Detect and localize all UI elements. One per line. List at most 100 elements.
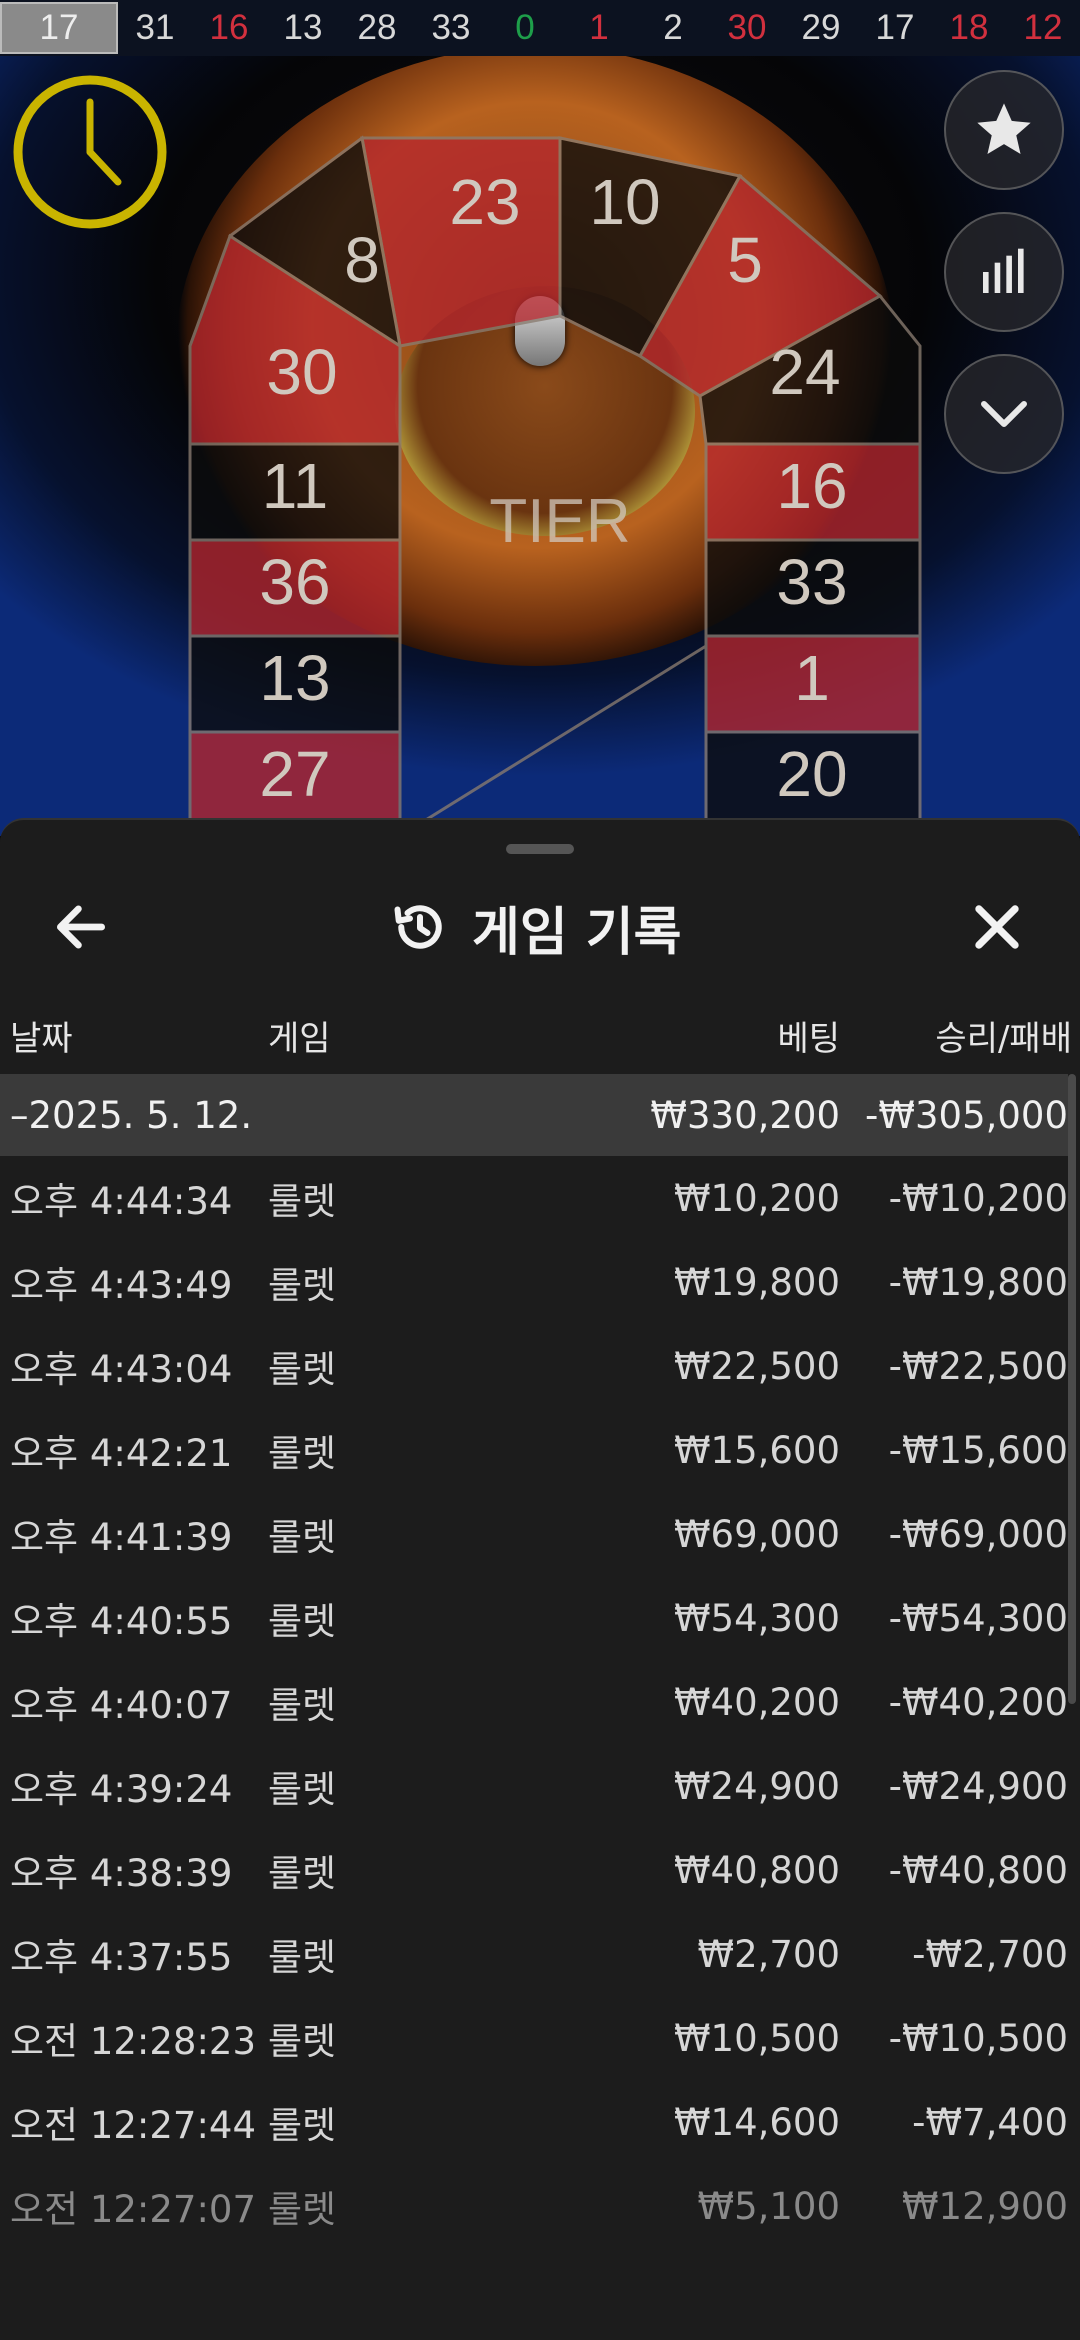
row-result: -₩40,800 bbox=[888, 1848, 1068, 1892]
row-result: -₩24,900 bbox=[888, 1764, 1068, 1808]
history-row[interactable]: 오후 4:41:39 룰렛 ₩69,000 -₩69,000 bbox=[0, 1492, 1068, 1576]
column-header-bet[interactable]: 베팅 bbox=[777, 1002, 840, 1068]
row-bet: ₩54,300 bbox=[673, 1596, 840, 1640]
sheet-title-group: 게임 기록 bbox=[390, 890, 681, 964]
history-row[interactable]: 오후 4:43:49 룰렛 ₩19,800 -₩19,800 bbox=[0, 1240, 1068, 1324]
result-number: 28 bbox=[357, 8, 397, 47]
row-result: -₩10,500 bbox=[888, 2016, 1068, 2060]
row-bet: ₩14,600 bbox=[673, 2100, 840, 2144]
history-icon bbox=[394, 905, 442, 949]
row-game: 룰렛 bbox=[268, 1432, 337, 1475]
row-game: 룰렛 bbox=[268, 1684, 337, 1727]
row-time: 오후 4:44:34 bbox=[10, 1180, 233, 1223]
statistics-button[interactable] bbox=[944, 212, 1064, 332]
row-bet: ₩22,500 bbox=[673, 1344, 840, 1388]
racetrack-number[interactable]: 33 bbox=[776, 546, 847, 618]
result-number: 17 bbox=[875, 8, 915, 47]
favorites-button[interactable] bbox=[944, 70, 1064, 190]
column-header-date[interactable]: 날짜 bbox=[10, 1002, 73, 1068]
history-row[interactable]: 오전 12:27:44 룰렛 ₩14,600 -₩7,400 bbox=[0, 2080, 1068, 2164]
racetrack-number[interactable]: 16 bbox=[776, 450, 847, 522]
racetrack-number[interactable]: 23 bbox=[449, 166, 520, 238]
racetrack-number[interactable]: 20 bbox=[776, 738, 847, 810]
row-game: 룰렛 bbox=[268, 1264, 337, 1307]
game-scene: 23 10 8 5 30 24 11 16 36 33 13 1 27 20 TIER bbox=[0, 56, 1080, 836]
row-result: -₩15,600 bbox=[888, 1428, 1068, 1472]
summary-date: –2025. 5. 12. bbox=[10, 1093, 253, 1137]
row-time: 오후 4:39:24 bbox=[10, 1768, 233, 1811]
history-row[interactable]: 오후 4:40:55 룰렛 ₩54,300 -₩54,300 bbox=[0, 1576, 1068, 1660]
row-game: 룰렛 bbox=[268, 2188, 337, 2231]
history-row[interactable]: 오후 4:39:24 룰렛 ₩24,900 -₩24,900 bbox=[0, 1744, 1068, 1828]
close-icon[interactable] bbox=[966, 896, 1028, 958]
history-row[interactable]: 오후 4:44:34 룰렛 ₩10,200 -₩10,200 bbox=[0, 1156, 1068, 1240]
row-result: -₩7,400 bbox=[912, 2100, 1068, 2144]
row-result: -₩40,200 bbox=[888, 1680, 1068, 1724]
history-row[interactable]: 오후 4:37:55 룰렛 ₩2,700 -₩2,700 bbox=[0, 1912, 1068, 1996]
racetrack-number[interactable]: 36 bbox=[259, 546, 330, 618]
result-number: 31 bbox=[135, 8, 175, 47]
stats-icon bbox=[983, 248, 1024, 293]
history-row[interactable]: 오후 4:42:21 룰렛 ₩15,600 -₩15,600 bbox=[0, 1408, 1068, 1492]
result-number: 18 bbox=[949, 8, 989, 47]
history-row[interactable]: 오전 12:28:23 룰렛 ₩10,500 -₩10,500 bbox=[0, 1996, 1068, 2080]
countdown-timer bbox=[13, 75, 167, 229]
back-arrow-icon[interactable] bbox=[50, 896, 112, 958]
date-summary-row[interactable]: –2025. 5. 12. ₩330,200 -₩305,000 bbox=[0, 1074, 1068, 1156]
latest-result: 17 bbox=[0, 2, 118, 54]
row-time: 오후 4:40:07 bbox=[10, 1684, 233, 1727]
tier-label: TIER bbox=[489, 487, 631, 556]
chevron-down-icon bbox=[981, 401, 1027, 427]
result-number: 12 bbox=[1023, 8, 1063, 47]
row-bet: ₩10,500 bbox=[673, 2016, 840, 2060]
row-time: 오후 4:42:21 bbox=[10, 1432, 233, 1475]
racetrack-number[interactable]: 10 bbox=[589, 166, 660, 238]
result-number: 16 bbox=[209, 8, 249, 47]
history-row[interactable]: 오후 4:43:04 룰렛 ₩22,500 -₩22,500 bbox=[0, 1324, 1068, 1408]
history-row[interactable]: 오후 4:38:39 룰렛 ₩40,800 -₩40,800 bbox=[0, 1828, 1068, 1912]
row-result: -₩19,800 bbox=[888, 1260, 1068, 1304]
row-bet: ₩2,700 bbox=[697, 1932, 840, 1976]
racetrack-number[interactable]: 11 bbox=[262, 450, 328, 522]
row-game: 룰렛 bbox=[268, 1180, 337, 1223]
summary-bet: ₩330,200 bbox=[650, 1093, 840, 1137]
row-game: 룰렛 bbox=[268, 1936, 337, 1979]
game-history-sheet: 게임 기록 날짜 게임 베팅 승리/패배 –2025. 5. 12. ₩330,… bbox=[0, 818, 1080, 2340]
result-number: 0 bbox=[515, 8, 535, 47]
row-time: 오후 4:38:39 bbox=[10, 1852, 233, 1895]
row-result: -₩10,200 bbox=[888, 1176, 1068, 1220]
history-row[interactable]: 오후 4:40:07 룰렛 ₩40,200 -₩40,200 bbox=[0, 1660, 1068, 1744]
row-result: ₩12,900 bbox=[901, 2184, 1068, 2228]
racetrack-number[interactable]: 5 bbox=[727, 224, 763, 296]
column-header-result[interactable]: 승리/패배 bbox=[935, 1002, 1072, 1068]
row-bet: ₩40,200 bbox=[673, 1680, 840, 1724]
result-number: 1 bbox=[589, 8, 609, 47]
row-time: 오후 4:43:49 bbox=[10, 1264, 233, 1307]
row-bet: ₩69,000 bbox=[673, 1512, 840, 1556]
row-bet: ₩15,600 bbox=[673, 1428, 840, 1472]
racetrack-number[interactable]: 13 bbox=[259, 642, 330, 714]
bottom-fade bbox=[0, 2260, 1080, 2340]
collapse-button[interactable] bbox=[944, 354, 1064, 474]
row-time: 오후 4:37:55 bbox=[10, 1936, 233, 1979]
sheet-drag-handle[interactable] bbox=[506, 844, 574, 854]
row-time: 오전 12:27:07 bbox=[10, 2188, 257, 2231]
racetrack-number[interactable]: 27 bbox=[259, 738, 330, 810]
row-result: -₩2,700 bbox=[912, 1932, 1068, 1976]
racetrack-number[interactable]: 8 bbox=[344, 224, 380, 296]
row-result: -₩69,000 bbox=[888, 1512, 1068, 1556]
star-icon bbox=[977, 103, 1031, 154]
row-result: -₩22,500 bbox=[888, 1344, 1068, 1388]
history-row[interactable]: 오전 12:27:07 룰렛 ₩5,100 ₩12,900 bbox=[0, 2164, 1068, 2248]
racetrack-number[interactable]: 30 bbox=[266, 336, 337, 408]
racetrack-number[interactable]: 24 bbox=[769, 336, 840, 408]
result-number: 13 bbox=[283, 8, 323, 47]
row-time: 오후 4:41:39 bbox=[10, 1516, 233, 1559]
row-bet: ₩5,100 bbox=[697, 2184, 840, 2228]
racetrack-number[interactable]: 1 bbox=[794, 642, 830, 714]
row-time: 오전 12:27:44 bbox=[10, 2104, 257, 2147]
summary-result: -₩305,000 bbox=[865, 1093, 1068, 1137]
history-table: –2025. 5. 12. ₩330,200 -₩305,000 오후 4:44… bbox=[0, 1074, 1068, 2248]
scrollbar[interactable] bbox=[1068, 1074, 1076, 1704]
column-header-game[interactable]: 게임 bbox=[268, 1002, 331, 1068]
